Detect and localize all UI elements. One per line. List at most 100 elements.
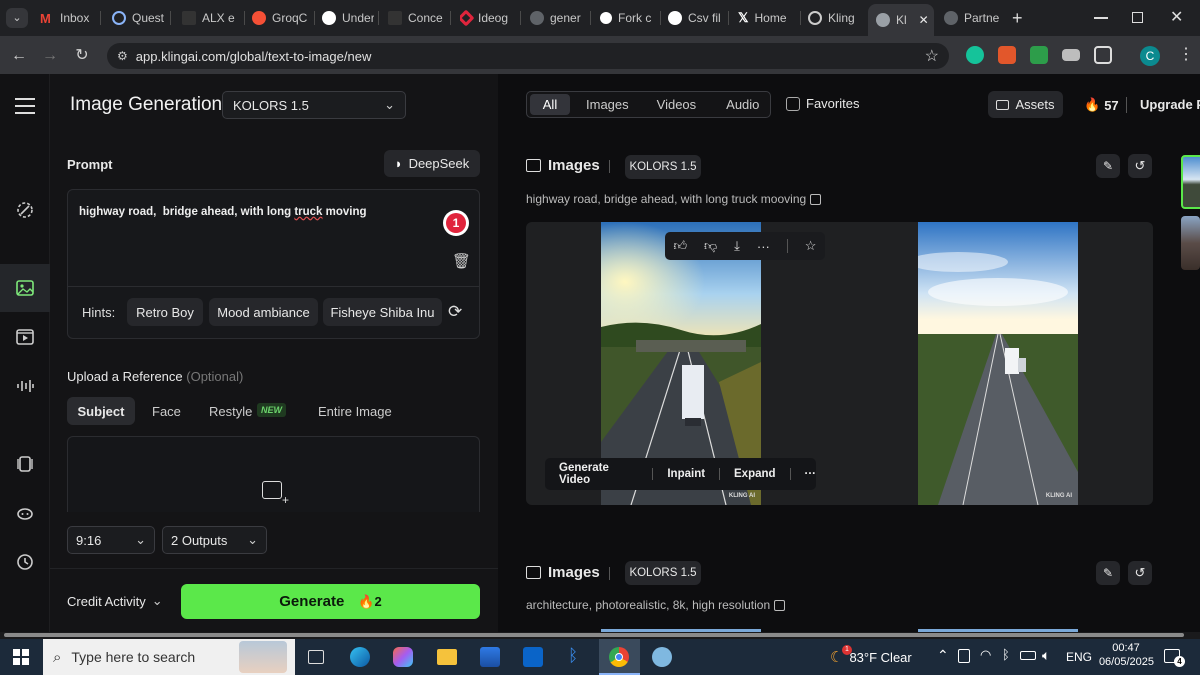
video-gen-icon[interactable] xyxy=(13,325,37,349)
history-thumbnail-1[interactable] xyxy=(1181,155,1200,209)
tab-quest[interactable]: Quest xyxy=(112,6,166,30)
clock[interactable]: 00:47 06/05/2025 xyxy=(1098,642,1154,668)
grammarly-badge[interactable]: 1 xyxy=(443,210,469,236)
chrome-taskbar-button[interactable] xyxy=(599,639,640,675)
language-indicator[interactable]: ENG xyxy=(1066,650,1092,664)
wifi-icon[interactable]: ◠ xyxy=(980,647,991,663)
grammarly-icon[interactable] xyxy=(966,46,984,64)
bookmark-star-icon[interactable]: ☆ xyxy=(925,46,939,66)
address-bar[interactable]: ⚙ app.klingai.com/global/text-to-image/n… xyxy=(107,43,949,69)
chevron-up-icon[interactable]: ⌃ xyxy=(937,647,949,664)
ai-agent-icon[interactable] xyxy=(13,501,37,525)
favorites-checkbox[interactable] xyxy=(786,96,800,111)
inpaint-button[interactable]: Inpaint xyxy=(667,468,705,480)
assets-library-icon[interactable] xyxy=(13,452,37,476)
battery-icon[interactable] xyxy=(1020,651,1036,660)
tab-restyle[interactable]: Restyle xyxy=(209,404,252,419)
more-icon[interactable]: ··· xyxy=(804,468,816,480)
tab-face[interactable]: Face xyxy=(152,404,181,419)
bluetooth-app-icon[interactable]: ᛒ xyxy=(568,646,578,666)
assets-button[interactable]: Assets xyxy=(988,91,1063,118)
credit-activity-button[interactable]: Credit Activity ⌄ xyxy=(67,593,163,609)
copilot-icon[interactable] xyxy=(393,647,413,667)
profile-avatar[interactable]: C xyxy=(1140,46,1160,66)
new-tab-icon[interactable]: + xyxy=(1012,8,1023,29)
extension-fox-icon[interactable] xyxy=(998,46,1016,64)
favorite-star-icon[interactable]: ☆ xyxy=(805,238,817,254)
trash-icon[interactable]: 🗑 xyxy=(452,252,471,270)
tab-partne[interactable]: Partne xyxy=(944,6,1006,30)
outlook-icon[interactable] xyxy=(523,647,543,667)
extensions-puzzle-icon[interactable] xyxy=(1094,46,1112,64)
refresh-hints-icon[interactable]: ⟳ xyxy=(448,302,462,322)
tab-fork[interactable]: Fork c xyxy=(600,6,656,30)
history-thumbnail-2[interactable] xyxy=(1181,216,1200,270)
tab-kling-active[interactable]: Kl ✕ xyxy=(868,4,934,36)
regenerate-icon[interactable]: ↺ xyxy=(1128,154,1152,178)
meet-now-icon[interactable] xyxy=(958,649,970,663)
tab-groq[interactable]: GroqC xyxy=(252,6,310,30)
tab-entire-image[interactable]: Entire Image xyxy=(318,404,392,419)
copy-icon[interactable] xyxy=(810,193,822,205)
tab-csv[interactable]: Csv fil xyxy=(668,6,724,30)
hint-retro-boy[interactable]: Retro Boy xyxy=(127,298,203,326)
more-icon[interactable]: ··· xyxy=(757,239,770,254)
hint-fisheye-shiba[interactable]: Fisheye Shiba Inu xyxy=(323,298,442,326)
aspect-ratio-select[interactable]: 9:16 ⌄ xyxy=(67,526,155,554)
extension-sheet-icon[interactable] xyxy=(1030,46,1048,64)
paint-app-icon[interactable] xyxy=(652,647,672,667)
tab-conce[interactable]: Conce xyxy=(388,6,444,30)
favorites-toggle[interactable]: Favorites xyxy=(786,96,859,111)
edge-icon[interactable] xyxy=(350,647,370,667)
prompt-input[interactable]: highway road, bridge ahead, with long tr… xyxy=(79,206,367,218)
download-icon[interactable]: ⤓ xyxy=(734,238,740,254)
bluetooth-icon[interactable]: ᛒ xyxy=(1002,647,1010,662)
reference-upload-area[interactable]: + xyxy=(67,436,480,512)
explore-icon[interactable] xyxy=(13,198,37,222)
outputs-select[interactable]: 2 Outputs ⌄ xyxy=(162,526,267,554)
horizontal-scrollbar[interactable] xyxy=(0,632,1200,639)
tab-home-x[interactable]: 𝕏 Home xyxy=(738,6,798,30)
generate-button[interactable]: Generate 🔥2 xyxy=(181,584,480,619)
filter-all[interactable]: All xyxy=(530,94,570,115)
back-icon[interactable]: ← xyxy=(8,45,30,67)
audio-waveform-icon[interactable] xyxy=(13,374,37,398)
reload-icon[interactable]: ↻ xyxy=(71,45,93,67)
filter-audio[interactable]: Audio xyxy=(726,97,759,112)
tab-inbox[interactable]: M Inbox xyxy=(40,6,96,30)
taskbar-search-input[interactable]: ⌕ Type here to search xyxy=(43,639,295,675)
browser-menu-icon[interactable]: ⋮ xyxy=(1178,44,1194,64)
site-info-icon[interactable]: ⚙ xyxy=(117,49,128,63)
restore-icon[interactable] xyxy=(1132,12,1143,23)
close-tab-icon[interactable]: ✕ xyxy=(919,13,929,27)
tab-under[interactable]: Under xyxy=(322,6,374,30)
expand-button[interactable]: Expand xyxy=(734,468,776,480)
tab-ideog[interactable]: Ideog xyxy=(460,6,516,30)
edit-icon[interactable]: ✎ xyxy=(1096,561,1120,585)
thumbs-up-icon[interactable]: 👍︎ xyxy=(673,238,687,254)
credits-display[interactable]: 🔥 57 xyxy=(1084,97,1119,113)
image-gen-icon[interactable] xyxy=(13,276,37,300)
tab-subject[interactable]: Subject xyxy=(67,397,135,425)
deepseek-button[interactable]: ◗ DeepSeek xyxy=(384,150,480,177)
upgrade-button[interactable]: Upgrade P xyxy=(1140,97,1200,112)
filter-videos[interactable]: Videos xyxy=(657,97,697,112)
regenerate-icon[interactable]: ↺ xyxy=(1128,561,1152,585)
scrollbar-thumb[interactable] xyxy=(4,633,1184,637)
minimize-icon[interactable] xyxy=(1094,17,1108,19)
store-icon[interactable] xyxy=(480,647,500,667)
task-view-icon[interactable] xyxy=(308,650,324,664)
extension-card-icon[interactable] xyxy=(1062,49,1080,61)
volume-icon[interactable]: 🔈︎ xyxy=(1042,647,1050,664)
close-window-icon[interactable]: ✕ xyxy=(1170,7,1183,27)
forward-icon[interactable]: → xyxy=(39,45,61,67)
windows-start-icon[interactable] xyxy=(13,649,29,665)
hint-mood-ambiance[interactable]: Mood ambiance xyxy=(209,298,318,326)
file-explorer-icon[interactable] xyxy=(437,649,457,665)
tab-gener[interactable]: gener xyxy=(530,6,586,30)
tab-alx[interactable]: ALX e xyxy=(182,6,240,30)
hamburger-menu-icon[interactable] xyxy=(15,98,35,114)
history-icon[interactable] xyxy=(13,550,37,574)
tab-search-chevron-icon[interactable]: ⌄ xyxy=(6,8,28,28)
thumbs-down-icon[interactable]: 👎︎ xyxy=(704,238,717,254)
